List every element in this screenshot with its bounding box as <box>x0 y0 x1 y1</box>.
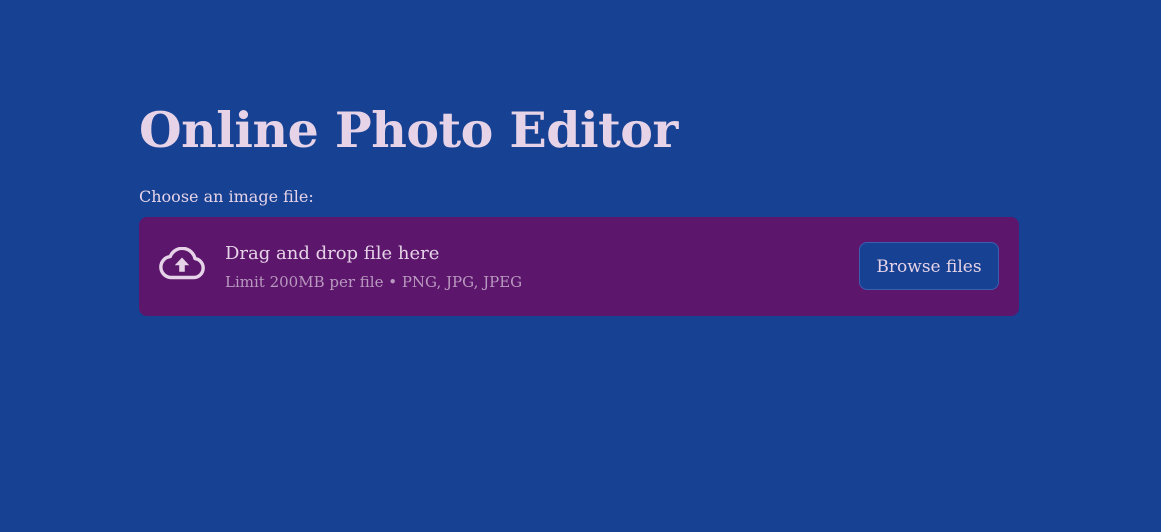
file-limit-text: Limit 200MB per file • PNG, JPG, JPEG <box>225 273 523 291</box>
dropzone-instructions: Drag and drop file here Limit 200MB per … <box>225 241 522 292</box>
file-dropzone[interactable]: Drag and drop file here Limit 200MB per … <box>139 217 1019 316</box>
dropzone-title: Drag and drop file here <box>225 243 440 264</box>
file-uploader-label: Choose an image file: <box>139 187 314 206</box>
page-title: Online Photo Editor <box>139 101 678 159</box>
cloud-upload-icon <box>158 246 206 281</box>
browse-files-button[interactable]: Browse files <box>859 242 999 290</box>
